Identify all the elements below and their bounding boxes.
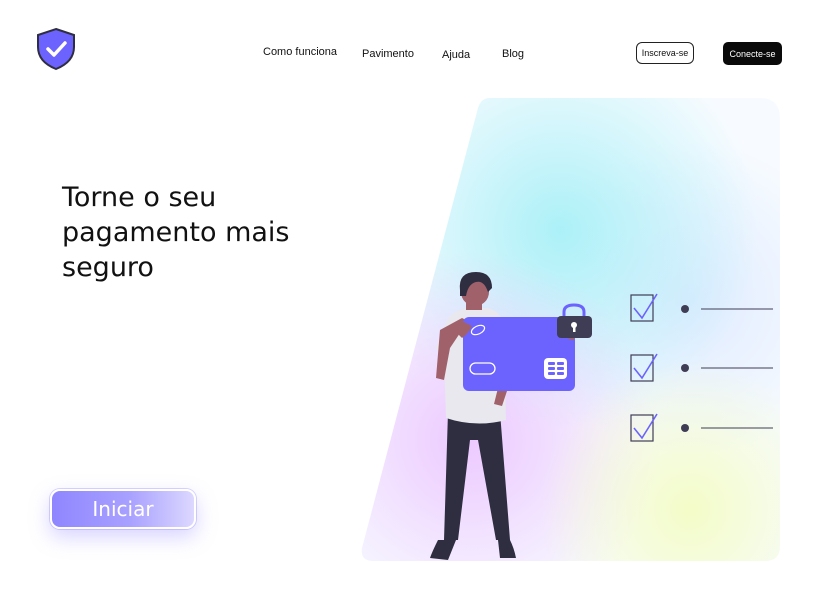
start-button[interactable]: Iniciar <box>50 489 196 529</box>
